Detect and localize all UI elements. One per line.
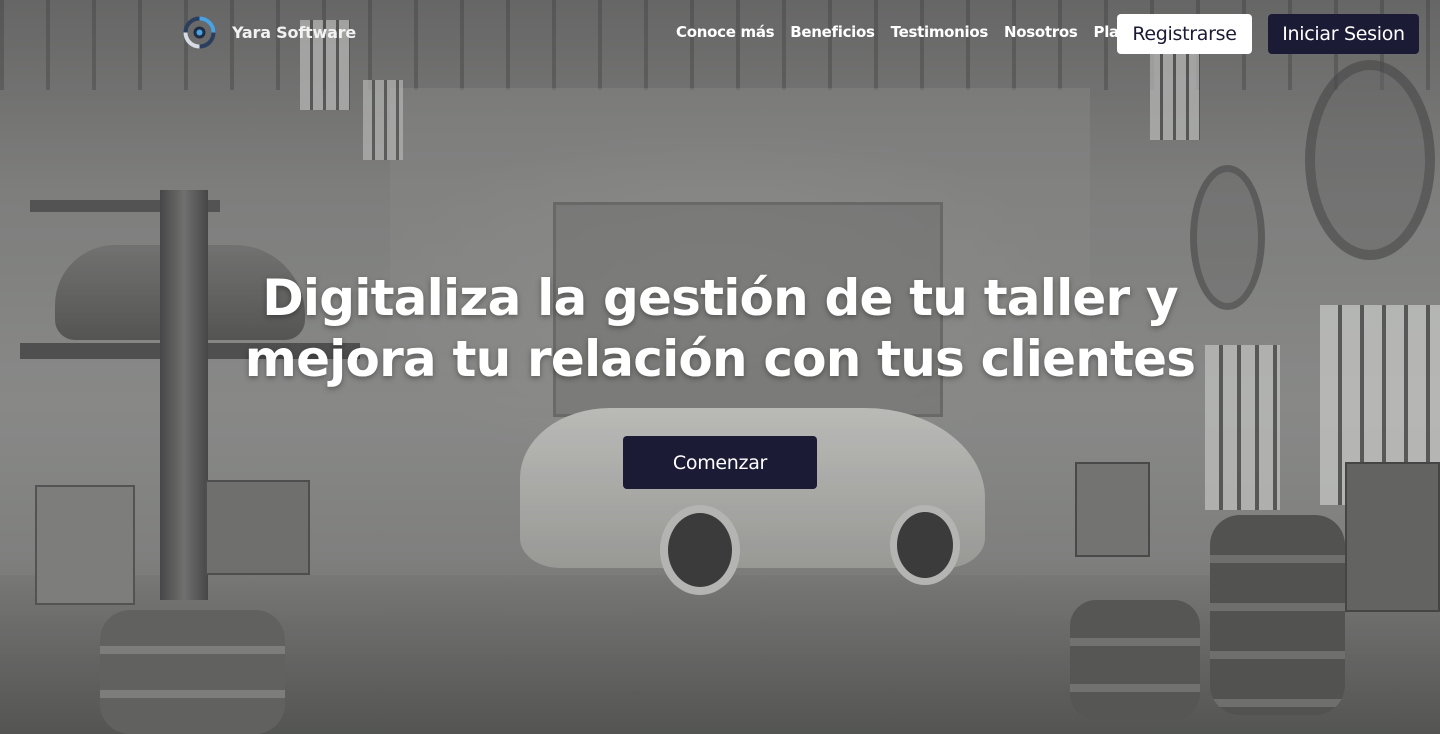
navbar: Yara Software Conoce más Beneficios Test… [0,0,1440,68]
start-button[interactable]: Comenzar [623,436,817,489]
nav-link-nosotros[interactable]: Nosotros [1004,23,1078,41]
hero-title: Digitaliza la gestión de tu taller y mej… [244,269,1196,388]
login-button[interactable]: Iniciar Sesion [1268,14,1419,54]
nav-links: Conoce más Beneficios Testimonios Nosotr… [676,23,1130,41]
register-button[interactable]: Registrarse [1117,14,1252,54]
nav-link-testimonios[interactable]: Testimonios [891,23,989,41]
yara-logo-icon [183,16,216,49]
brand-link[interactable]: Yara Software [183,16,356,49]
nav-link-conoce-mas[interactable]: Conoce más [676,23,775,41]
nav-link-beneficios[interactable]: Beneficios [790,23,875,41]
brand-name: Yara Software [232,23,357,42]
